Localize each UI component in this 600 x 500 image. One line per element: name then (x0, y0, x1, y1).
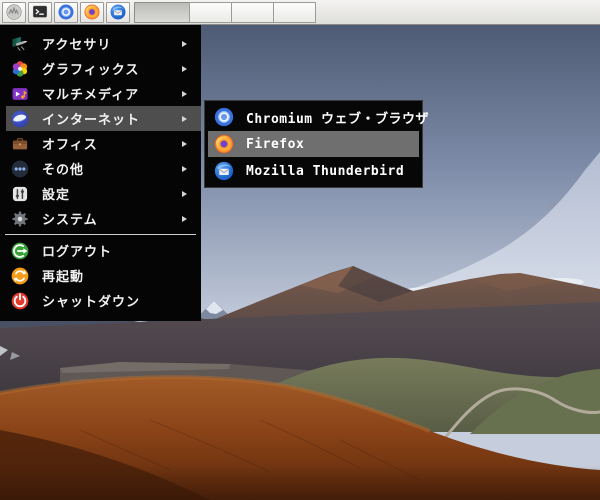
chromium-icon (213, 106, 235, 128)
submenu-item-chromium[interactable]: Chromium ウェブ・ブラウザ (208, 104, 428, 130)
chromium-launcher-button[interactable] (54, 1, 78, 23)
firefox-launcher-button[interactable] (80, 1, 104, 23)
submenu-arrow-icon (182, 40, 187, 47)
submenu-item-label: Chromium ウェブ・ブラウザ (246, 111, 429, 127)
settings-icon (10, 184, 30, 204)
menu-item-label: オフィス (42, 137, 98, 152)
submenu-arrow-icon (182, 165, 187, 172)
menu-item-multimedia[interactable]: マルチメディア (0, 81, 201, 106)
submenu-arrow-icon (182, 215, 187, 222)
submenu-arrow-icon (182, 90, 187, 97)
menu-item-label: アクセサリ (42, 37, 112, 52)
menu-item-label: その他 (42, 162, 85, 177)
submenu-arrow-icon (182, 65, 187, 72)
submenu-item-firefox[interactable]: Firefox (208, 131, 419, 157)
submenu-arrow-icon (182, 115, 187, 122)
menu-item-label: システム (42, 212, 98, 227)
menu-item-accessories[interactable]: アクセサリ (0, 31, 201, 56)
thunderbird-launcher-button[interactable] (106, 1, 130, 23)
chromium-icon (57, 3, 75, 21)
menu-launcher-button[interactable] (2, 1, 26, 23)
menu-item-label: ログアウト (42, 244, 113, 259)
menu-item-settings[interactable]: 設定 (0, 181, 201, 206)
pager-desktop-1[interactable] (134, 1, 190, 23)
logout-icon (10, 241, 30, 261)
menu-item-logout[interactable]: ログアウト (0, 238, 201, 263)
menu-item-label: グラフィックス (42, 62, 140, 77)
pager-desktop-4[interactable] (273, 1, 316, 23)
pager-desktop-3[interactable] (231, 1, 274, 23)
accessories-icon (10, 34, 30, 54)
thunderbird-icon (109, 3, 127, 21)
menu-separator (5, 234, 196, 235)
menu-item-label: シャットダウン (42, 294, 141, 309)
office-icon (10, 134, 30, 154)
menu-item-other[interactable]: その他 (0, 156, 201, 181)
submenu-arrow-icon (182, 140, 187, 147)
terminal-icon (31, 3, 49, 21)
thunderbird-icon (213, 160, 235, 182)
multimedia-icon (10, 84, 30, 104)
system-icon (10, 209, 30, 229)
submenu-item-thunderbird[interactable]: Mozilla Thunderbird (208, 158, 419, 184)
menu-item-internet[interactable]: インターネット (6, 106, 201, 131)
menu-item-label: マルチメディア (42, 87, 140, 102)
shutdown-icon (10, 291, 30, 311)
menu-item-label: 設定 (42, 187, 71, 202)
submenu-item-label: Firefox (246, 136, 305, 152)
menu-item-graphics[interactable]: グラフィックス (0, 56, 201, 81)
menu-item-office[interactable]: オフィス (0, 131, 201, 156)
menu-item-system[interactable]: システム (0, 206, 201, 231)
desktop: アクセサリ グラフィックス マルチメディア インターネット オフィス その他 設… (0, 0, 600, 500)
restart-icon (10, 266, 30, 286)
menu-item-label: インターネット (42, 112, 141, 127)
other-icon (10, 159, 30, 179)
firefox-icon (83, 3, 101, 21)
graphics-icon (10, 59, 30, 79)
terminal-launcher-button[interactable] (28, 1, 52, 23)
menu-item-label: 再起動 (42, 269, 85, 284)
submenu-arrow-icon (182, 190, 187, 197)
internet-submenu: Chromium ウェブ・ブラウザ Firefox Mozilla Thunde… (204, 100, 428, 188)
taskbar (0, 0, 600, 25)
submenu-item-label: Mozilla Thunderbird (246, 163, 405, 179)
application-menu: アクセサリ グラフィックス マルチメディア インターネット オフィス その他 設… (0, 25, 201, 321)
app-menu-icon (5, 3, 23, 21)
desktop-pager (134, 1, 316, 23)
menu-item-restart[interactable]: 再起動 (0, 263, 201, 288)
pager-desktop-2[interactable] (189, 1, 232, 23)
internet-icon (10, 109, 30, 129)
firefox-icon (213, 133, 235, 155)
menu-item-shutdown[interactable]: シャットダウン (0, 288, 201, 313)
